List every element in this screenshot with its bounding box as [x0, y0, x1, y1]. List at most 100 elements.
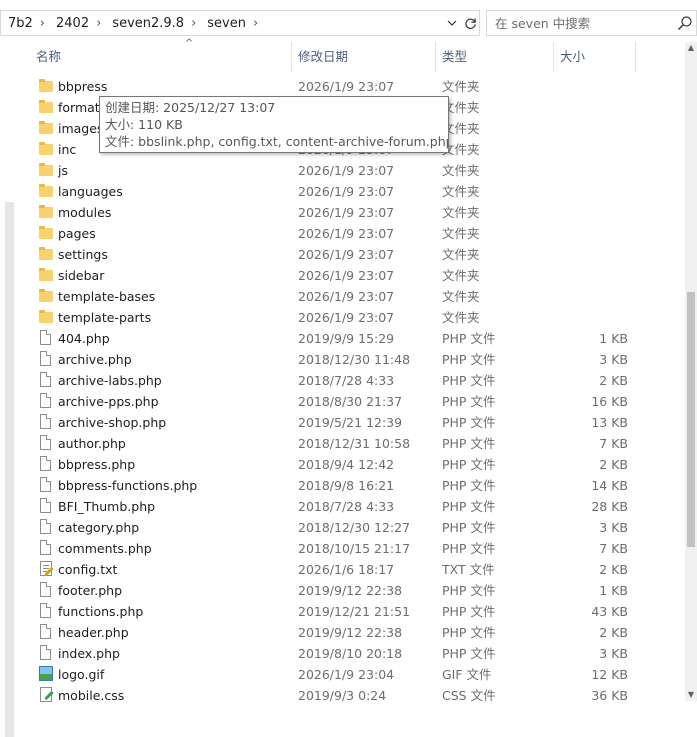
list-item[interactable]: comments.php 2018/10/15 21:17 PHP 文件 7 KB	[30, 538, 688, 559]
file-date: 2019/12/21 21:51	[298, 604, 411, 619]
list-item[interactable]: bbpress 2026/1/9 23:07 文件夹	[30, 76, 688, 97]
file-type: 文件夹	[442, 184, 480, 199]
file-date: 2018/12/31 10:58	[298, 436, 411, 451]
breadcrumb-item[interactable]: 7b2	[1, 16, 36, 31]
list-item[interactable]: sidebar 2026/1/9 23:07 文件夹	[30, 265, 688, 286]
tooltip-created: 创建日期: 2025/12/27 13:07	[105, 100, 276, 115]
scroll-down-icon[interactable]: ▼	[685, 689, 697, 701]
chevron-down-icon[interactable]	[443, 11, 461, 35]
refresh-icon[interactable]	[461, 11, 479, 35]
file-date: 2026/1/9 23:07	[298, 289, 395, 304]
list-item[interactable]: archive.php 2018/12/30 11:48 PHP 文件 3 KB	[30, 349, 688, 370]
list-item[interactable]: author.php 2018/12/31 10:58 PHP 文件 7 KB	[30, 433, 688, 454]
file-size: 2 KB	[599, 457, 628, 472]
list-item[interactable]: archive-pps.php 2018/8/30 21:37 PHP 文件 16 K…	[30, 391, 688, 412]
file-type: 文件夹	[442, 79, 480, 94]
file-type: 文件夹	[442, 247, 480, 262]
file-name: mobile.css	[58, 688, 125, 703]
file-size: 13 KB	[591, 415, 628, 430]
list-item[interactable]: template-bases 2026/1/9 23:07 文件夹	[30, 286, 688, 307]
file-type: PHP 文件	[442, 478, 496, 493]
file-type: PHP 文件	[442, 352, 496, 367]
list-item[interactable]: archive-labs.php 2018/7/28 4:33 PHP 文件 2 KB	[30, 370, 688, 391]
list-item[interactable]: pages 2026/1/9 23:07 文件夹	[30, 223, 688, 244]
file-name: bbpress	[58, 79, 108, 94]
file-date: 2026/1/9 23:07	[298, 310, 395, 325]
file-type: PHP 文件	[442, 457, 496, 472]
file-icon	[38, 645, 54, 661]
column-header-date[interactable]: 修改日期	[292, 42, 436, 72]
navigation-pane-scrollbar[interactable]	[5, 202, 14, 737]
file-icon	[38, 351, 54, 367]
folder-icon	[38, 309, 54, 325]
breadcrumb-separator-icon[interactable]: ›	[187, 16, 200, 31]
list-item[interactable]: BFI_Thumb.php 2018/7/28 4:33 PHP 文件 28 KB	[30, 496, 688, 517]
breadcrumb-separator-icon[interactable]: ›	[249, 16, 262, 31]
file-date: 2019/5/21 12:39	[298, 415, 403, 430]
folder-icon	[38, 120, 54, 136]
file-icon	[38, 540, 54, 556]
file-type: PHP 文件	[442, 331, 496, 346]
list-item[interactable]: functions.php 2019/12/21 21:51 PHP 文件 43 KB	[30, 601, 688, 622]
address-bar[interactable]: 7b2 › 2402 › seven2.9.8 › seven ›	[0, 10, 480, 36]
list-item[interactable]: settings 2026/1/9 23:07 文件夹	[30, 244, 688, 265]
file-date: 2019/9/12 22:38	[298, 583, 403, 598]
breadcrumb-separator-icon[interactable]: ›	[36, 16, 49, 31]
file-size: 2 KB	[599, 562, 628, 577]
image-file-icon	[38, 666, 54, 682]
navigation-pane	[0, 42, 15, 737]
list-item[interactable]: category.php 2018/12/30 12:27 PHP 文件 3 KB	[30, 517, 688, 538]
file-name: index.php	[58, 646, 120, 661]
folder-icon	[38, 246, 54, 262]
list-item[interactable]: index.php 2019/8/10 20:18 PHP 文件 3 KB	[30, 643, 688, 664]
file-type: GIF 文件	[442, 667, 492, 682]
list-item[interactable]: js 2026/1/9 23:07 文件夹	[30, 160, 688, 181]
breadcrumb-separator-icon[interactable]: ›	[92, 16, 105, 31]
file-icon	[38, 498, 54, 514]
list-item[interactable]: languages 2026/1/9 23:07 文件夹	[30, 181, 688, 202]
breadcrumb-item[interactable]: seven2.9.8	[105, 16, 187, 31]
search-box[interactable]	[486, 10, 697, 36]
file-date: 2018/9/4 12:42	[298, 457, 395, 472]
breadcrumb-item[interactable]: 2402	[49, 16, 92, 31]
column-header-name[interactable]: 名称	[30, 42, 292, 72]
list-item[interactable]: config.txt 2026/1/6 18:17 TXT 文件 2 KB	[30, 559, 688, 580]
list-item[interactable]: modules 2026/1/9 23:07 文件夹	[30, 202, 688, 223]
folder-icon	[38, 162, 54, 178]
search-icon[interactable]	[677, 15, 693, 31]
file-date: 2018/7/28 4:33	[298, 373, 395, 388]
list-item[interactable]: mobile.css 2019/9/3 0:24 CSS 文件 36 KB	[30, 685, 688, 706]
list-item[interactable]: bbpress-functions.php 2018/9/8 16:21 PHP 文…	[30, 475, 688, 496]
file-date: 2026/1/9 23:07	[298, 268, 395, 283]
column-header-type[interactable]: 类型	[436, 42, 554, 72]
folder-info-tooltip: 创建日期: 2025/12/27 13:07 大小: 110 KB 文件: bb…	[99, 96, 449, 153]
breadcrumb-item[interactable]: seven	[200, 16, 249, 31]
vertical-scrollbar[interactable]: ▲ ▼	[685, 42, 697, 701]
file-type: 文件夹	[442, 310, 480, 325]
file-type: PHP 文件	[442, 541, 496, 556]
file-date: 2018/12/30 12:27	[298, 520, 411, 535]
folder-icon	[38, 204, 54, 220]
list-item[interactable]: footer.php 2019/9/12 22:38 PHP 文件 1 KB	[30, 580, 688, 601]
file-type: 文件夹	[442, 289, 480, 304]
file-type: PHP 文件	[442, 499, 496, 514]
file-date: 2019/8/10 20:18	[298, 646, 403, 661]
file-name: comments.php	[58, 541, 152, 556]
search-input[interactable]	[495, 14, 665, 32]
list-item[interactable]: header.php 2019/9/12 22:38 PHP 文件 2 KB	[30, 622, 688, 643]
file-size: 12 KB	[591, 667, 628, 682]
list-item[interactable]: template-parts 2026/1/9 23:07 文件夹	[30, 307, 688, 328]
column-header-size[interactable]: 大小	[554, 42, 636, 72]
scroll-up-icon[interactable]: ▲	[685, 42, 697, 54]
file-type: PHP 文件	[442, 583, 496, 598]
file-type: PHP 文件	[442, 625, 496, 640]
list-item[interactable]: 404.php 2019/9/9 15:29 PHP 文件 1 KB	[30, 328, 688, 349]
list-item[interactable]: archive-shop.php 2019/5/21 12:39 PHP 文件 13 …	[30, 412, 688, 433]
file-date: 2019/9/3 0:24	[298, 688, 387, 703]
list-item[interactable]: bbpress.php 2018/9/4 12:42 PHP 文件 2 KB	[30, 454, 688, 475]
folder-icon	[38, 78, 54, 94]
scrollbar-thumb[interactable]	[687, 292, 695, 547]
list-item[interactable]: logo.gif 2026/1/9 23:04 GIF 文件 12 KB	[30, 664, 688, 685]
file-name: author.php	[58, 436, 126, 451]
file-name: settings	[58, 247, 108, 262]
